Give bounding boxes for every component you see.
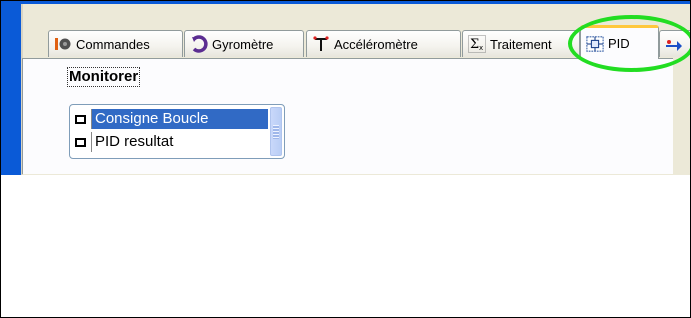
list-item-label: PID resultat bbox=[91, 132, 268, 152]
monitor-section-label: Monitorer bbox=[67, 67, 141, 87]
tab-label: PID bbox=[608, 36, 630, 51]
tab-label: Gyromètre bbox=[212, 36, 274, 52]
list-item[interactable]: PID resultat bbox=[72, 131, 268, 153]
sigma-icon: Σ x bbox=[468, 35, 486, 53]
tab-commandes[interactable]: Commandes bbox=[48, 30, 183, 57]
gyrometer-icon bbox=[190, 35, 208, 53]
screenshot-frame: Commandes Gyromètre Accéléromètre Σ x Tr… bbox=[0, 0, 691, 318]
tab-label: Traitement bbox=[490, 36, 552, 52]
list-item-label: Consigne Boucle bbox=[91, 109, 268, 129]
tab-next-partial[interactable] bbox=[659, 30, 690, 57]
item-checkbox[interactable] bbox=[75, 114, 86, 124]
list-item[interactable]: Consigne Boucle bbox=[72, 108, 268, 130]
commands-icon bbox=[54, 35, 72, 53]
next-tab-icon bbox=[665, 35, 683, 53]
tab-label: Commandes bbox=[76, 36, 150, 52]
tab-pid[interactable]: PID bbox=[580, 25, 659, 59]
monitor-listbox[interactable]: Consigne Boucle PID resultat bbox=[69, 104, 285, 159]
tab-gyrometre[interactable]: Gyromètre bbox=[184, 30, 304, 57]
listbox-scrollbar[interactable] bbox=[270, 107, 282, 156]
accelerometer-icon bbox=[312, 35, 330, 53]
tab-traitement[interactable]: Σ x Traitement bbox=[462, 30, 580, 57]
scrollbar-grip[interactable] bbox=[273, 125, 279, 139]
svg-text:Σ: Σ bbox=[470, 37, 479, 52]
tab-label: Accéléromètre bbox=[334, 36, 418, 52]
item-checkbox[interactable] bbox=[75, 137, 86, 147]
window-left-border bbox=[1, 1, 21, 175]
pid-icon bbox=[586, 35, 604, 53]
svg-text:x: x bbox=[479, 44, 483, 52]
tab-accelerometre[interactable]: Accéléromètre bbox=[306, 30, 461, 57]
